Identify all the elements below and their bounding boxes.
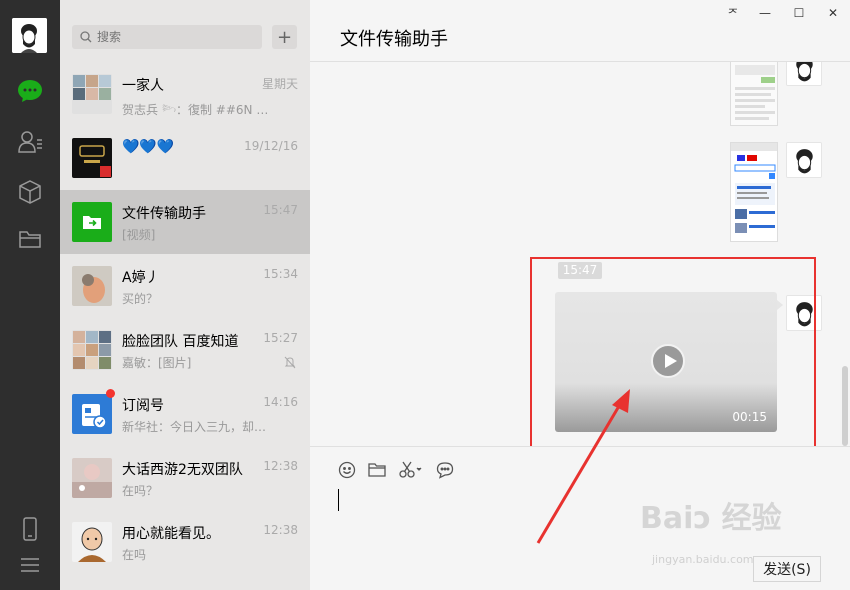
session-preview: 贺志兵 𓆸：復制 ##6N … xyxy=(122,103,269,117)
contacts-icon[interactable] xyxy=(15,127,45,157)
session-name: 💙💙💙 xyxy=(122,139,175,155)
unread-dot-icon xyxy=(106,389,115,398)
session-preview: 买的？ xyxy=(122,292,159,306)
chat-header: 文件传输助手 ᅎ — ☐ ✕ xyxy=(310,0,850,62)
chat-title: 文件传输助手 xyxy=(340,29,448,50)
session-name: A婷丿 xyxy=(122,270,160,286)
emoji-icon[interactable] xyxy=(336,459,358,481)
contact-avatar xyxy=(72,266,112,306)
session-item[interactable]: A婷丿 买的？ 15:34 xyxy=(60,254,310,318)
session-item[interactable]: 💙💙💙 19/12/16 xyxy=(60,126,310,190)
add-chat-button[interactable]: + xyxy=(272,25,297,49)
chat-icon[interactable] xyxy=(15,76,45,106)
session-name: 订阅号 xyxy=(122,398,164,414)
session-time: 15:34 xyxy=(263,267,298,281)
file-transfer-icon xyxy=(72,202,112,242)
chat-bubble-icon[interactable] xyxy=(434,459,456,481)
contact-avatar xyxy=(72,458,112,498)
maximize-button[interactable]: ☐ xyxy=(788,4,810,22)
watermark-url: jingyan.baidu.com xyxy=(652,553,754,566)
subscription-icon xyxy=(72,394,112,434)
group-avatar xyxy=(72,330,112,370)
image-message[interactable] xyxy=(730,142,778,242)
close-button[interactable]: ✕ xyxy=(822,4,844,22)
session-time: 15:47 xyxy=(263,203,298,217)
text-caret xyxy=(338,489,339,511)
contact-avatar xyxy=(72,522,112,562)
user-avatar[interactable] xyxy=(12,18,47,53)
session-item[interactable]: 大话西游2无双团队 在吗？ 12:38 xyxy=(60,446,310,510)
sender-avatar[interactable] xyxy=(786,62,822,86)
folder-icon[interactable] xyxy=(15,224,45,254)
collection-box-icon[interactable] xyxy=(15,177,45,207)
image-message[interactable] xyxy=(730,62,778,126)
contact-avatar xyxy=(72,138,112,178)
phone-icon[interactable] xyxy=(15,514,45,544)
session-preview: 在吗 xyxy=(122,548,147,562)
session-list: + 一家人 贺志兵 𓆸：復制 ##6N … 星期天 💙💙💙 19/12/16 文… xyxy=(60,0,310,590)
session-time: 19/12/16 xyxy=(244,139,298,153)
folder-icon[interactable] xyxy=(366,459,388,481)
session-name: 一家人 xyxy=(122,78,164,94)
scissors-icon[interactable] xyxy=(398,459,424,481)
session-time: 14:16 xyxy=(263,395,298,409)
session-preview: 新华社：今日入三九，却… xyxy=(122,420,267,434)
session-item[interactable]: 一家人 贺志兵 𓆸：復制 ##6N … 星期天 xyxy=(60,62,310,126)
search-box[interactable] xyxy=(72,25,262,49)
session-item[interactable]: 脸脸团队 百度知道 嘉敏：[图片] 15:27 xyxy=(60,318,310,382)
minimize-button[interactable]: — xyxy=(754,4,776,22)
search-input[interactable] xyxy=(97,30,247,44)
session-time: 12:38 xyxy=(263,459,298,473)
sender-avatar[interactable] xyxy=(786,142,822,178)
pin-button[interactable]: ᅎ xyxy=(722,4,744,22)
watermark-logo: Baiↄ 经验 xyxy=(640,501,782,536)
session-name: 脸脸团队 百度知道 xyxy=(122,334,239,350)
session-preview: 嘉敏：[图片] xyxy=(122,356,192,370)
session-time: 星期天 xyxy=(261,77,298,91)
session-item[interactable]: 订阅号 新华社：今日入三九，却… 14:16 xyxy=(60,382,310,446)
session-item-active[interactable]: 文件传输助手 [视频] 15:47 xyxy=(60,190,310,254)
session-time: 15:27 xyxy=(263,331,298,345)
menu-icon[interactable] xyxy=(15,550,45,580)
session-preview: [视频] xyxy=(122,228,156,242)
mute-bell-icon xyxy=(284,356,296,372)
annotation-arrow-icon xyxy=(536,389,630,544)
nav-sidebar xyxy=(0,0,60,590)
session-name: 大话西游2无双团队 xyxy=(122,462,243,478)
session-preview: 在吗？ xyxy=(122,484,159,498)
session-name: 文件传输助手 xyxy=(122,206,206,222)
session-item[interactable]: 用心就能看见。 在吗 12:38 xyxy=(60,510,310,574)
send-button[interactable]: 发送(S) xyxy=(753,556,821,582)
session-time: 12:38 xyxy=(263,523,298,537)
search-icon xyxy=(80,31,92,43)
message-scrollbar[interactable] xyxy=(842,366,848,446)
session-name: 用心就能看见。 xyxy=(122,526,220,542)
group-avatar xyxy=(72,74,112,114)
